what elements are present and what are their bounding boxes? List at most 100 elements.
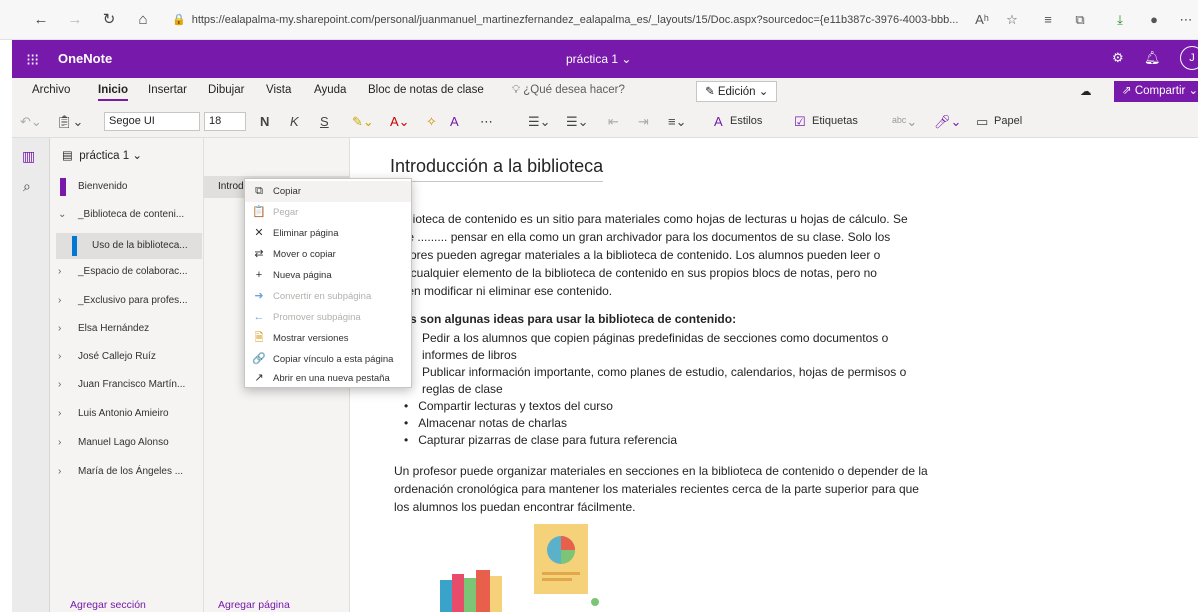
bold-button[interactable]: N	[260, 114, 269, 129]
forward-icon[interactable]: →	[64, 10, 86, 30]
menu-item-promover-subpagina[interactable]: ← Promover subpágina	[245, 307, 411, 328]
underline-button[interactable]: S	[320, 114, 329, 129]
section-item[interactable]: › _Exclusivo para profes...	[58, 290, 202, 312]
section-item[interactable]: › _Espacio de colaborac...	[58, 261, 202, 283]
navigation-rail: ▥ ⌕	[12, 138, 50, 612]
list-item[interactable]: • Compartir lecturas y textos del curso	[404, 398, 944, 415]
document-title[interactable]: práctica 1 ⌄	[566, 52, 631, 66]
section-item[interactable]: › María de los Ángeles ...	[58, 461, 202, 483]
intro-paragraph[interactable]: biblioteca de contenido es un sitio para…	[394, 210, 908, 300]
section-item[interactable]: › Luis Antonio Amieiro	[58, 403, 202, 425]
tab-vista[interactable]: Vista	[266, 84, 291, 96]
tab-insertar[interactable]: Insertar	[148, 84, 187, 96]
edit-mode-dropdown[interactable]: ✎ Edición ⌄	[696, 81, 778, 102]
page-title[interactable]: Introducción a la biblioteca	[390, 156, 604, 182]
spelling-icon[interactable]: ᵃᵇᶜ⌄	[892, 114, 917, 130]
font-color-icon[interactable]: A⌄	[390, 114, 410, 130]
add-section-link[interactable]: Agregar sección	[70, 599, 146, 611]
clear-format-icon[interactable]: ✧	[426, 114, 437, 130]
font-family-select[interactable]: Segoe UI	[104, 112, 200, 131]
tag-icon[interactable]: ☑	[794, 114, 806, 130]
list-item[interactable]: • Capturar pizarras de clase para futura…	[404, 432, 944, 449]
tags-button[interactable]: Etiquetas	[812, 115, 858, 127]
dictate-icon[interactable]: 🎤︎⌄	[934, 114, 961, 130]
menu-item-nueva-pagina[interactable]: + Nueva página	[245, 265, 411, 286]
favorites-list-icon[interactable]: ≡	[1038, 10, 1058, 30]
notebook-switcher[interactable]: ▤ práctica 1 ⌄	[62, 148, 142, 162]
menu-item-pegar[interactable]: 📋 Pegar	[245, 202, 411, 223]
outdent-icon[interactable]: ⇤	[608, 114, 619, 130]
italic-button[interactable]: K	[290, 114, 299, 129]
tab-inicio[interactable]: Inicio	[98, 84, 129, 101]
section-label: Elsa Hernández	[78, 323, 150, 334]
more-icon[interactable]: ⋯	[1176, 10, 1196, 30]
app-name[interactable]: OneNote	[58, 51, 112, 66]
sync-icon[interactable]: ☁	[1080, 84, 1092, 98]
more-format-icon[interactable]: ⋯	[480, 114, 493, 130]
profile-icon[interactable]: ●	[1144, 10, 1164, 30]
menu-item-eliminar-pagina[interactable]: ✕ Eliminar página	[245, 223, 411, 244]
section-item[interactable]: ⌄ _Biblioteca de conteni...	[58, 204, 202, 226]
undo-icon[interactable]: ↶⌄	[20, 114, 42, 130]
paragraph-line: los alumnos los puedan encontrar fácilme…	[394, 500, 636, 514]
section-label: Juan Francisco Martín...	[78, 379, 186, 390]
highlight-icon[interactable]: ✎⌄	[352, 114, 374, 130]
section-item[interactable]: › Manuel Lago Alonso	[58, 432, 202, 454]
section-item[interactable]: › Elsa Hernández	[58, 318, 202, 340]
home-icon[interactable]: ⌂	[132, 10, 154, 30]
styles-icon[interactable]: A	[714, 114, 723, 129]
app-header: ⁝⁝⁝ OneNote práctica 1 ⌄ ⚙ 🔔︎ J	[12, 40, 1198, 78]
menu-item-mover-copiar[interactable]: ⇄ Mover o copiar	[245, 244, 411, 265]
indent-icon[interactable]: ⇥	[638, 114, 649, 130]
tab-dibujar[interactable]: Dibujar	[208, 84, 244, 96]
section-label: Uso de la biblioteca...	[92, 240, 188, 251]
list-item[interactable]: Pedir a los alumnos que copien páginas p…	[404, 330, 944, 347]
section-item[interactable]: › Juan Francisco Martín...	[58, 374, 202, 396]
collections-icon[interactable]: ⧉	[1070, 10, 1090, 30]
font-size-select[interactable]: 18	[204, 112, 246, 131]
closing-paragraph[interactable]: Un profesor puede organizar materiales e…	[394, 462, 928, 516]
menu-item-abrir-pestana[interactable]: ↗ Abrir en una nueva pestaña	[245, 368, 411, 389]
text-effects-icon[interactable]: A	[450, 114, 459, 129]
menu-item-copiar[interactable]: ⧉ Copiar	[245, 181, 411, 202]
paper-icon[interactable]: ▭	[976, 114, 988, 130]
notebooks-icon[interactable]: ▥	[22, 148, 35, 165]
numbering-icon[interactable]: ☰⌄	[566, 114, 589, 130]
app-launcher-icon[interactable]: ⁝⁝⁝	[26, 50, 39, 70]
styles-button[interactable]: Estilos	[730, 115, 762, 127]
menu-item-label: Nueva página	[273, 270, 332, 281]
section-item-selected[interactable]: Uso de la biblioteca...	[56, 233, 202, 259]
favorite-icon[interactable]: ☆	[1002, 10, 1022, 30]
help-search[interactable]: 💡︎ ¿Qué desea hacer?	[512, 84, 625, 97]
align-icon[interactable]: ≡⌄	[668, 114, 686, 130]
avatar[interactable]: J	[1180, 46, 1198, 70]
list-item[interactable]: informes de libros	[404, 347, 944, 364]
copy-icon: ⧉	[255, 185, 263, 197]
add-page-link[interactable]: Agregar página	[218, 599, 290, 611]
read-aloud-icon[interactable]: Aʰ	[972, 10, 992, 30]
menu-item-copiar-vinculo[interactable]: 🔗 Copiar vínculo a esta página	[245, 349, 411, 370]
settings-icon[interactable]: ⚙	[1112, 50, 1124, 66]
menu-item-mostrar-versiones[interactable]: 🗎 Mostrar versiones	[245, 328, 411, 349]
list-item[interactable]: reglas de clase	[404, 381, 944, 398]
notifications-icon[interactable]: 🔔︎	[1144, 50, 1161, 66]
tab-archivo[interactable]: Archivo	[32, 84, 70, 96]
share-button[interactable]: ⇗ Compartir ⌄	[1114, 81, 1198, 102]
search-icon[interactable]: ⌕	[23, 178, 31, 195]
ideas-heading[interactable]: s son algunas ideas para usar la bibliot…	[410, 312, 736, 326]
refresh-icon[interactable]: ↻	[98, 10, 120, 30]
address-bar[interactable]: 🔒 https://ealapalma-my.sharepoint.com/per…	[172, 8, 1030, 32]
back-icon[interactable]: ←	[30, 10, 52, 30]
section-item[interactable]: Bienvenido	[58, 176, 202, 198]
bullets-icon[interactable]: ☰⌄	[528, 114, 551, 130]
paper-button[interactable]: Papel	[994, 115, 1022, 127]
tab-ayuda[interactable]: Ayuda	[314, 84, 346, 96]
section-item[interactable]: › José Callejo Ruíz	[58, 346, 202, 368]
tab-bloc-de-notas[interactable]: Bloc de notas de clase	[368, 84, 484, 96]
list-item[interactable]: Publicar información importante, como pl…	[404, 364, 944, 381]
list-item[interactable]: • Almacenar notas de charlas	[404, 415, 944, 432]
menu-item-convertir-subpagina[interactable]: ➜ Convertir en subpágina	[245, 286, 411, 307]
download-icon[interactable]: ⤓	[1110, 10, 1130, 30]
share-label: Compartir	[1134, 85, 1186, 97]
clipboard-icon[interactable]: 📋︎⌄	[56, 114, 83, 130]
